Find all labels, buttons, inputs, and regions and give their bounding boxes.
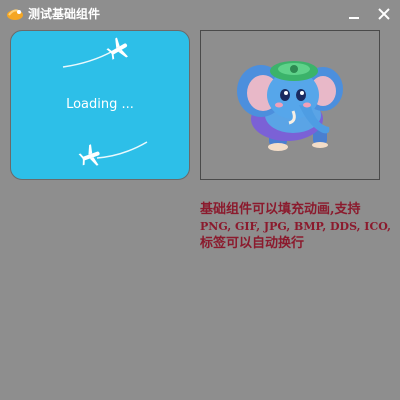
airplane-icon — [71, 136, 151, 172]
minimize-button[interactable] — [344, 4, 364, 24]
description-line-3: 标签可以自动换行 — [200, 236, 305, 251]
main-window: 测试基础组件 Loading ... 基础组件可以填充动画,支持 PNG, GI… — [0, 0, 400, 400]
description-text: 基础组件可以填充动画,支持 PNG, GIF, JPG, BMP, DDS, I… — [200, 201, 391, 252]
app-logo-icon — [6, 6, 24, 22]
loading-label: Loading ... — [66, 97, 134, 112]
minimize-icon — [348, 5, 360, 24]
image-frame — [200, 30, 380, 180]
title-bar[interactable]: 测试基础组件 — [0, 0, 400, 28]
close-button[interactable] — [374, 4, 394, 24]
close-icon — [378, 5, 390, 24]
description-line-2: PNG, GIF, JPG, BMP, DDS, ICO, — [200, 220, 391, 233]
window-title: 测试基础组件 — [28, 7, 101, 21]
description-line-1: 基础组件可以填充动画,支持 — [200, 202, 361, 217]
airplane-icon — [61, 37, 139, 73]
loading-animation-panel: Loading ... — [10, 30, 190, 180]
